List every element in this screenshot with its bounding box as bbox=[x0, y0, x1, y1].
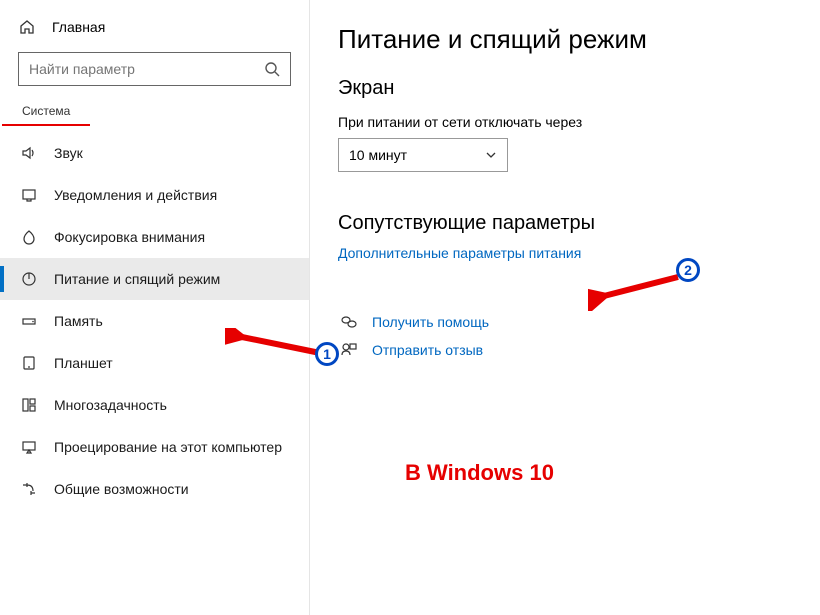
sound-icon bbox=[20, 144, 38, 162]
get-help-row[interactable]: Получить помощь bbox=[338, 313, 792, 331]
annotation-badge-2: 2 bbox=[676, 258, 700, 282]
screen-off-dropdown[interactable]: 10 минут bbox=[338, 138, 508, 172]
storage-icon bbox=[20, 312, 38, 330]
sidebar-item-storage[interactable]: Память bbox=[0, 300, 309, 342]
extra-power-link[interactable]: Дополнительные параметры питания bbox=[338, 245, 581, 261]
sidebar-item-label: Звук bbox=[54, 145, 83, 161]
feedback-row[interactable]: Отправить отзыв bbox=[338, 341, 792, 359]
feedback-icon bbox=[338, 341, 360, 359]
sidebar-item-focus[interactable]: Фокусировка внимания bbox=[0, 216, 309, 258]
sidebar-item-projecting[interactable]: Проецирование на этот компьютер bbox=[0, 426, 309, 468]
multitasking-icon bbox=[20, 396, 38, 414]
sidebar-item-notifications[interactable]: Уведомления и действия bbox=[0, 174, 309, 216]
sidebar-item-label: Общие возможности bbox=[54, 481, 189, 497]
notifications-icon bbox=[20, 186, 38, 204]
sidebar-item-label: Фокусировка внимания bbox=[54, 229, 205, 245]
sidebar-item-sound[interactable]: Звук bbox=[0, 132, 309, 174]
search-icon bbox=[264, 61, 280, 77]
help-icon bbox=[338, 313, 360, 331]
search-input[interactable] bbox=[29, 61, 264, 77]
feedback-link[interactable]: Отправить отзыв bbox=[372, 342, 483, 358]
search-field[interactable] bbox=[18, 52, 291, 86]
projecting-icon bbox=[20, 438, 38, 456]
home-icon bbox=[18, 18, 36, 36]
sidebar-item-label: Многозадачность bbox=[54, 397, 167, 413]
chevron-down-icon bbox=[485, 149, 497, 161]
sidebar-item-label: Память bbox=[54, 313, 103, 329]
sidebar-item-shared[interactable]: Общие возможности bbox=[0, 468, 309, 510]
related-heading: Сопутствующие параметры bbox=[338, 212, 792, 235]
home-link[interactable]: Главная bbox=[0, 10, 309, 44]
home-label: Главная bbox=[52, 19, 105, 35]
sidebar-item-multitasking[interactable]: Многозадачность bbox=[0, 384, 309, 426]
sidebar-item-label: Проецирование на этот компьютер bbox=[54, 439, 282, 455]
section-label-system: Система bbox=[2, 98, 90, 126]
sidebar-item-label: Уведомления и действия bbox=[54, 187, 217, 203]
screen-off-label: При питании от сети отключать через bbox=[338, 114, 792, 130]
tablet-icon bbox=[20, 354, 38, 372]
shared-icon bbox=[20, 480, 38, 498]
get-help-link[interactable]: Получить помощь bbox=[372, 314, 489, 330]
power-icon bbox=[20, 270, 38, 288]
sidebar-item-label: Питание и спящий режим bbox=[54, 271, 220, 287]
sidebar-item-tablet[interactable]: Планшет bbox=[0, 342, 309, 384]
annotation-badge-1: 1 bbox=[315, 342, 339, 366]
focus-icon bbox=[20, 228, 38, 246]
dropdown-value: 10 минут bbox=[349, 147, 407, 163]
sidebar-item-label: Планшет bbox=[54, 355, 113, 371]
sidebar: Главная Система Звук Уведомления и дейст… bbox=[0, 0, 310, 615]
main-pane: Питание и спящий режим Экран При питании… bbox=[310, 0, 820, 615]
page-title: Питание и спящий режим bbox=[338, 24, 792, 55]
annotation-text: В Windows 10 bbox=[405, 460, 554, 486]
sidebar-item-power-sleep[interactable]: Питание и спящий режим bbox=[0, 258, 309, 300]
screen-heading: Экран bbox=[338, 77, 792, 100]
